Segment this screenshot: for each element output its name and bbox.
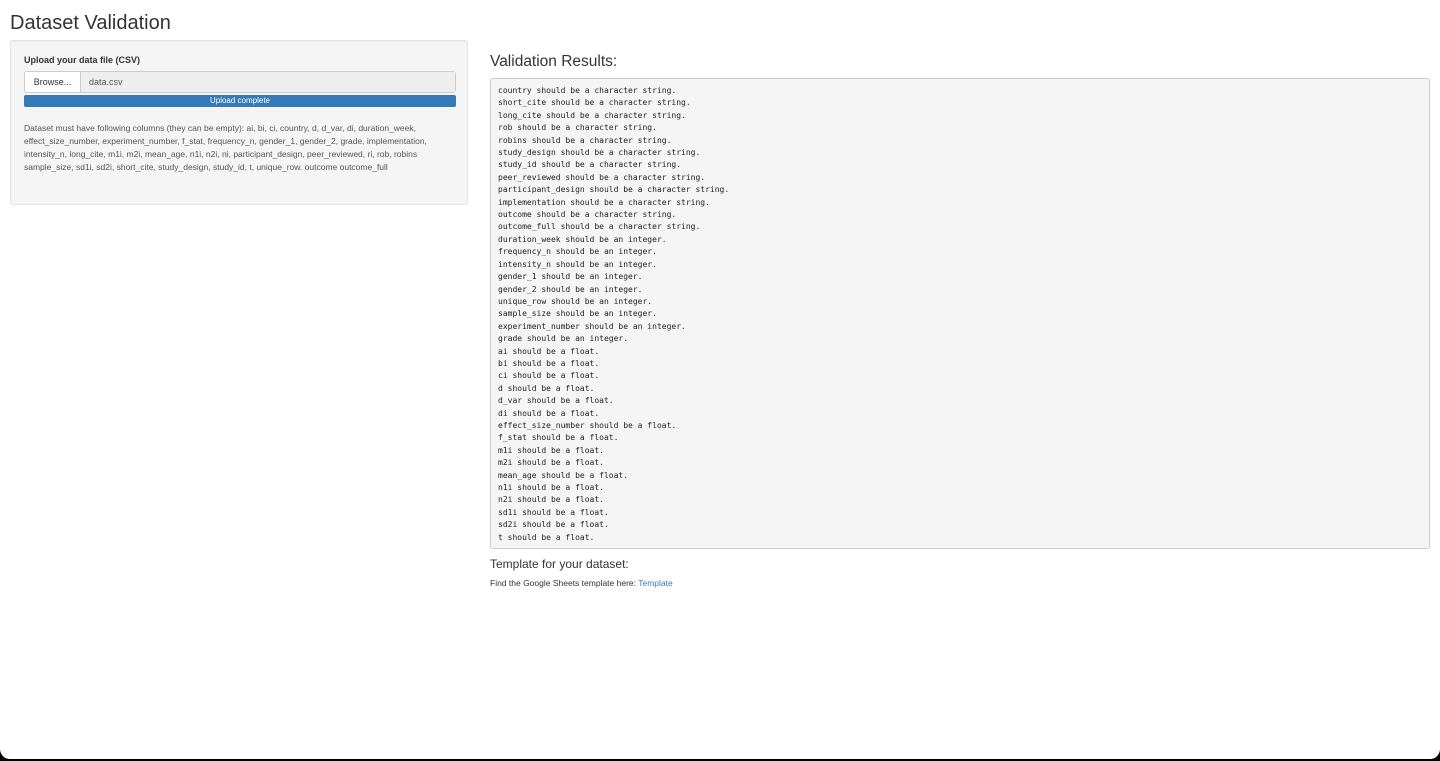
result-line: gender_1 should be an integer. <box>498 272 643 282</box>
result-line: sd1i should be a float. <box>498 507 609 517</box>
result-line: n1i should be a float. <box>498 483 604 492</box>
result-line: experiment_number should be an integer. <box>498 321 686 331</box>
result-line: m2i should be a float. <box>498 458 604 468</box>
result-line: outcome should be a character string. <box>498 210 677 220</box>
result-line: study_id should be a character string. <box>498 160 682 170</box>
template-heading: Template for your dataset: <box>490 557 629 571</box>
validation-results-output: country should be a character string. sho… <box>490 78 1430 549</box>
result-line: long_cite should be a character string. <box>498 110 686 120</box>
template-link[interactable]: Template <box>638 578 673 588</box>
result-line: d_var should be a float. <box>498 396 614 406</box>
result-line: short_cite should be a character string. <box>498 98 691 108</box>
result-line: peer_reviewed should be a character stri… <box>498 172 706 182</box>
columns-help-text: Dataset must have following columns (the… <box>24 123 427 172</box>
result-line: effect_size_number should be a float. <box>498 420 677 430</box>
result-line: sample_size should be an integer. <box>498 309 657 319</box>
upload-label: Upload your data file (CSV) <box>24 55 141 65</box>
upload-progress-label: Upload complete <box>209 96 271 105</box>
result-line: mean_age should be a float. <box>498 470 629 480</box>
app-page: Dataset Validation Upload your data file… <box>0 0 1440 759</box>
browse-button[interactable]: Browse... <box>25 72 81 92</box>
result-line: n2i should be a float. <box>498 495 604 505</box>
file-name-field[interactable]: data.csv <box>81 72 455 92</box>
result-line: grade should be an integer. <box>498 334 629 344</box>
result-line: robins should be a character string. <box>498 135 672 145</box>
result-line: country should be a character string. <box>498 86 677 95</box>
result-line: gender_2 should be an integer. <box>498 284 643 294</box>
result-line: implementation should be a character str… <box>498 197 710 207</box>
file-input[interactable]: Browse... data.csv <box>24 71 456 93</box>
result-line: d should be a float. <box>498 383 595 393</box>
result-line: ci should be a float. <box>498 371 600 381</box>
result-line: di should be a float. <box>498 408 600 418</box>
result-line: intensity_n should be an integer. <box>498 259 657 269</box>
result-line: outcome_full should be a character strin… <box>498 222 701 232</box>
result-line: m1i should be a float. <box>498 445 604 455</box>
result-line: duration_week should be an integer. <box>498 234 667 244</box>
result-line: ai should be a float. <box>498 346 600 356</box>
results-heading: Validation Results: <box>490 53 618 70</box>
result-line: rob should be a character string. <box>498 123 657 133</box>
template-text-label: Find the Google Sheets template here: <box>490 578 639 588</box>
result-line: t should be a float. <box>498 532 595 542</box>
result-line: study_design should be a character strin… <box>498 148 701 158</box>
result-line: sd2i should be a float. <box>498 520 609 530</box>
upload-progress-bar: Upload complete <box>24 95 456 107</box>
result-line: f_stat should be a float. <box>498 433 619 443</box>
page-title: Dataset Validation <box>10 12 171 34</box>
result-line: unique_row should be an integer. <box>498 296 653 306</box>
result-line: bi should be a float. <box>498 358 600 368</box>
result-line: participant_design should be a character… <box>498 185 730 195</box>
upload-panel: Upload your data file (CSV) Browse... da… <box>10 40 468 205</box>
result-line: frequency_n should be an integer. <box>498 247 657 257</box>
template-text: Find the Google Sheets template here: Te… <box>490 578 673 588</box>
